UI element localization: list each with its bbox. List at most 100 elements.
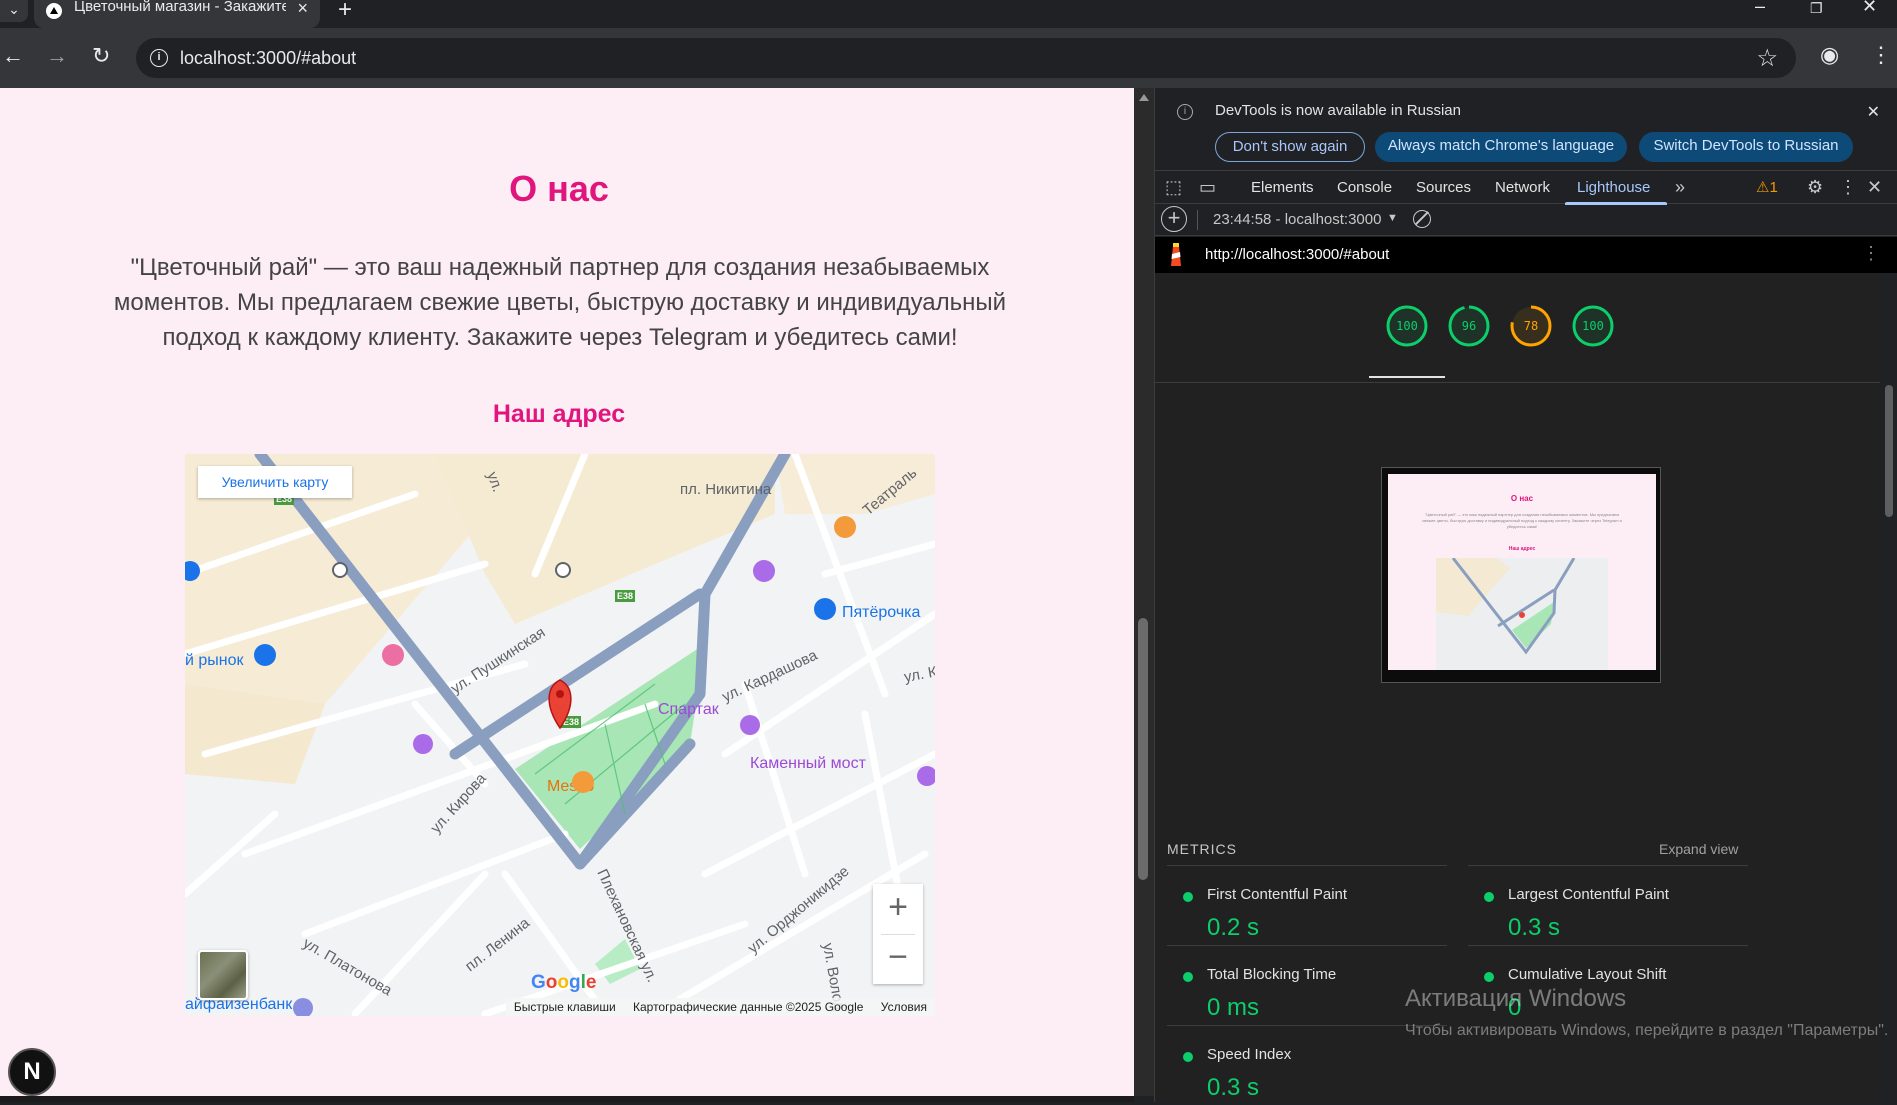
back-icon[interactable]: ← [2,44,24,68]
pass-dot-icon [1183,1052,1193,1062]
thumbnail-map [1436,557,1608,670]
report-scrollbar[interactable] [1880,273,1897,1102]
transit-icon[interactable] [332,562,348,578]
tab-title: Цветочный магазин - Закажите [74,0,286,15]
tab-network[interactable]: Network [1495,179,1550,196]
pass-dot-icon [1484,972,1494,982]
language-banner: i DevTools is now available in Russian ✕… [1155,88,1897,170]
device-toolbar-icon[interactable]: ▭ [1199,177,1216,198]
map-data-text: Картографические данные ©2025 Google [633,1000,864,1014]
close-tab-icon[interactable]: × [297,0,308,19]
new-tab-button[interactable]: + [338,0,352,24]
score-gauge-seo[interactable]: 100 [1570,303,1616,349]
chrome-menu-icon[interactable]: ⋮ [1870,42,1892,68]
map-poi-rynok: й рынок [185,652,245,669]
tab-sources[interactable]: Sources [1416,179,1471,196]
more-tabs-icon[interactable]: » [1675,177,1685,198]
map-canvas[interactable]: E38 E38 E38 пл. Никитина Театраль ул. ул… [185,454,935,1016]
metric-name: Cumulative Layout Shift [1508,966,1667,983]
new-report-button[interactable]: + [1161,206,1187,232]
tab-console[interactable]: Console [1337,179,1392,196]
google-map[interactable]: E38 E38 E38 пл. Никитина Театраль ул. ул… [185,454,935,1016]
dont-show-again-button[interactable]: Don't show again [1215,132,1365,162]
final-screenshot-thumbnail[interactable]: О нас "Цветочный рай" — это ваш надежный… [1381,467,1661,683]
shop-pin-icon[interactable] [814,598,836,620]
stadium-pin-icon[interactable] [740,715,760,735]
metric-name: First Contentful Paint [1207,886,1348,903]
nextjs-dev-badge[interactable]: N [8,1048,56,1096]
lighthouse-url-bar: http://localhost:3000/#about ⋮ [1155,237,1897,273]
selected-gauge-indicator [1369,376,1445,378]
map-poi-kamenny-most: Каменный мост [750,755,867,772]
hotel-pin-icon[interactable] [382,644,404,666]
score-value: 96 [1461,319,1477,333]
lighthouse-logo-icon [1171,243,1181,266]
bookmark-star-icon[interactable]: ☆ [1756,44,1778,73]
pass-dot-icon [1183,972,1193,982]
satellite-toggle-button[interactable] [198,950,248,1000]
lighthouse-toolbar: + 23:44:58 - localhost:3000 ▼ [1155,204,1897,236]
thumbnail-title: О нас [1510,494,1534,503]
settings-gear-icon[interactable]: ⚙ [1807,177,1823,198]
lighthouse-report: 100 96 78 100 О нас "Цветочный рай" — эт… [1155,273,1880,1102]
tab-elements[interactable]: Elements [1251,179,1314,196]
thumbnail-subtitle: Наш адрес [1508,546,1536,552]
transit-icon[interactable] [555,562,571,578]
devtools-menu-icon[interactable]: ⋮ [1839,177,1857,198]
page-viewport: О нас "Цветочный рай" — это ваш надежный… [0,88,1134,1096]
watermark-subtitle: Чтобы активировать Windows, перейдите в … [1405,1022,1889,1039]
terms-link[interactable]: Условия [881,1000,927,1014]
browser-tab[interactable]: Цветочный магазин - Закажите × [34,0,320,28]
map-poi-pyaterochka: Пятёрочка [842,604,921,621]
zoom-out-button[interactable]: − [873,934,923,984]
page-scrollbar[interactable] [1134,88,1154,1096]
address-bar[interactable]: i localhost:3000/#about ☆ [136,38,1796,78]
forward-icon[interactable]: → [46,44,68,68]
expand-view-toggle[interactable]: Expand view [1659,841,1738,857]
match-language-button[interactable]: Always match Chrome's language [1375,132,1627,162]
tab-strip: ⌄ Цветочный магазин - Закажите × + – ❐ ✕ [0,0,1897,28]
restaurant-pin-icon[interactable] [572,771,594,793]
tab-lighthouse[interactable]: Lighthouse [1577,179,1650,196]
restore-icon[interactable]: ❐ [1810,0,1823,17]
restaurant-pin-icon[interactable] [834,516,856,538]
music-pin-icon[interactable] [413,734,433,754]
score-gauge-accessibility[interactable]: 96 [1446,303,1492,349]
profile-icon[interactable]: ◉ [1820,42,1839,68]
pass-dot-icon [1183,892,1193,902]
chevron-down-icon: ⌄ [8,1,20,17]
devtools-tab-bar: ⬚ ▭ Elements Console Sources Network Lig… [1155,170,1897,205]
metric-value: 0 ms [1207,994,1260,1021]
favicon-icon [46,3,62,19]
warning-count: 1 [1769,179,1778,196]
metrics-heading: METRICS [1167,841,1237,857]
clear-reports-icon[interactable] [1413,210,1431,228]
report-selector[interactable]: 23:44:58 - localhost:3000 [1213,211,1381,228]
site-info-icon[interactable]: i [150,49,168,67]
thumbnail-text: "Цветочный рай" — это ваш надежный партн… [1422,512,1622,529]
devtools-panel: i DevTools is now available in Russian ✕… [1154,88,1897,1102]
close-banner-icon[interactable]: ✕ [1867,102,1880,122]
page-title: О нас [509,168,609,209]
score-gauge-performance[interactable]: 100 [1384,303,1430,349]
shop-pin-icon[interactable] [254,644,276,666]
map-poi-spartak: Спартак [658,701,720,718]
enlarge-map-button[interactable]: Увеличить карту [198,466,352,498]
poi-pin-icon[interactable] [753,560,775,582]
reload-icon[interactable]: ↻ [92,44,110,68]
dropdown-arrow-icon[interactable]: ▼ [1387,212,1398,224]
close-window-icon[interactable]: ✕ [1862,0,1877,17]
warning-icon[interactable]: ⚠1 [1756,178,1778,196]
tab-search-button[interactable]: ⌄ [0,0,28,22]
score-gauge-best-practices[interactable]: 78 [1508,303,1554,349]
inspect-element-icon[interactable]: ⬚ [1165,177,1182,198]
pass-dot-icon [1484,892,1494,902]
report-menu-icon[interactable]: ⋮ [1862,243,1880,264]
keyboard-shortcuts-link[interactable]: Быстрые клавиши [514,1000,616,1014]
minimize-icon[interactable]: – [1755,0,1765,17]
map-label-e38: E38 [617,591,633,601]
close-devtools-icon[interactable]: ✕ [1867,177,1882,198]
zoom-in-button[interactable]: + [873,884,923,934]
switch-russian-button[interactable]: Switch DevTools to Russian [1639,132,1853,162]
metric-name: Total Blocking Time [1207,966,1337,983]
